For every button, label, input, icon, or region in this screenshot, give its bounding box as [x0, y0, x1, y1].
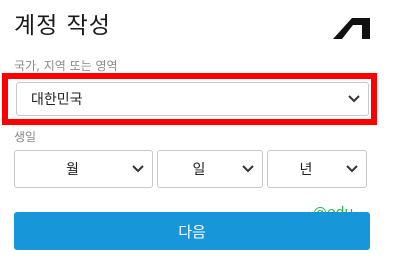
chevron-down-icon [130, 161, 146, 177]
birth-day-select[interactable]: 일 [157, 150, 263, 188]
chevron-down-icon [240, 161, 256, 177]
chevron-down-icon [344, 161, 360, 177]
birth-month-value: 월 [66, 162, 79, 178]
page-title: 계정 작성 [14, 13, 111, 39]
autodesk-logo-icon [331, 14, 371, 40]
birth-year-value: 년 [299, 162, 313, 178]
birthdate-label: 생일 [14, 130, 37, 144]
next-button[interactable]: 다음 [14, 212, 370, 250]
highlight-annotation [2, 73, 377, 125]
birth-day-value: 일 [192, 162, 206, 178]
birth-month-select[interactable]: 월 [14, 150, 153, 188]
country-label: 국가, 지역 또는 영역 [14, 59, 118, 73]
birth-year-select[interactable]: 년 [267, 150, 367, 188]
